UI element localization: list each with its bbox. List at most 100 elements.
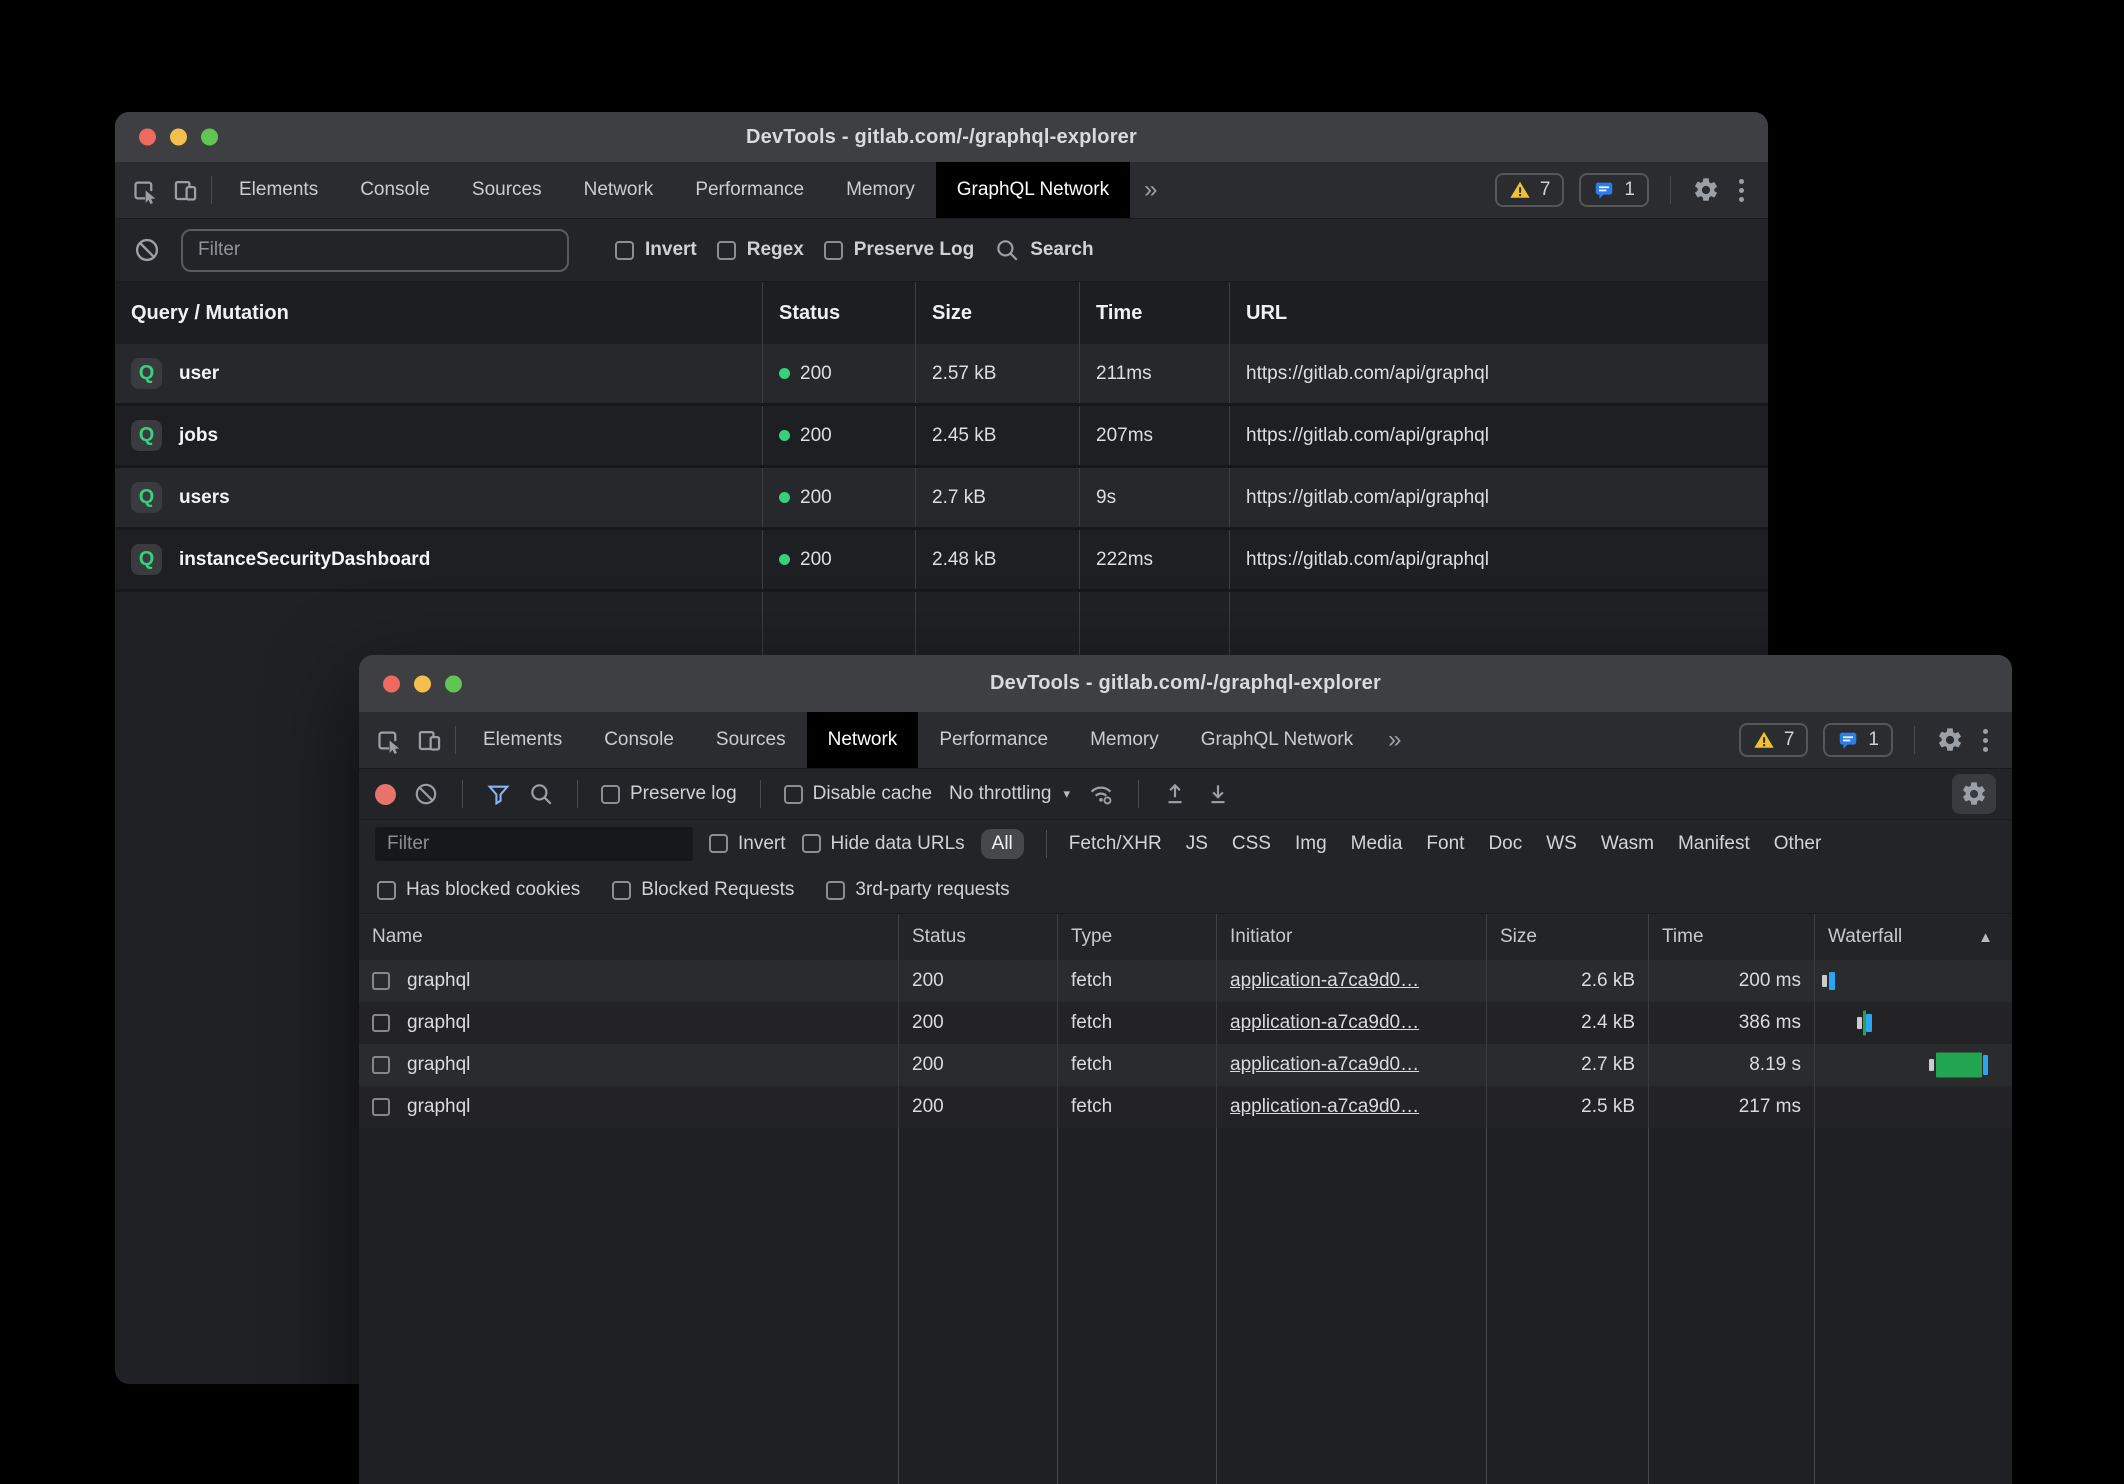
filter-chip-img[interactable]: Img	[1295, 833, 1327, 855]
preserve-log-checkbox[interactable]	[824, 241, 843, 260]
record-network-log-button[interactable]	[375, 784, 396, 805]
hide-data-urls-checkbox-group[interactable]: Hide data URLs	[802, 833, 965, 855]
table-row[interactable]: graphql 200 fetch application-a7ca9d0… 2…	[359, 1086, 2012, 1128]
clear-icon[interactable]	[133, 236, 161, 264]
disable-cache-checkbox-group[interactable]: Disable cache	[784, 783, 932, 805]
column-header-url[interactable]: URL	[1230, 282, 1768, 344]
table-row[interactable]: Qjobs 200 2.45 kB 207ms https://gitlab.c…	[115, 406, 1768, 468]
initiator-link[interactable]: application-a7ca9d0…	[1230, 1096, 1419, 1118]
more-tabs-icon[interactable]: »	[1130, 162, 1171, 218]
tab-network[interactable]: Network	[807, 712, 919, 768]
column-header-size[interactable]: Size	[916, 282, 1080, 344]
device-toolbar-icon[interactable]	[172, 177, 199, 204]
tab-performance[interactable]: Performance	[674, 162, 825, 218]
inspect-element-icon[interactable]	[375, 727, 402, 754]
column-header-query-mutation[interactable]: Query / Mutation	[115, 282, 763, 344]
table-row[interactable]: graphql 200 fetch application-a7ca9d0… 2…	[359, 1002, 2012, 1044]
issues-badge[interactable]: 1	[1579, 173, 1649, 207]
device-toolbar-icon[interactable]	[416, 727, 443, 754]
column-header-status[interactable]: Status	[899, 914, 1058, 960]
row-checkbox[interactable]	[372, 972, 390, 990]
tab-elements[interactable]: Elements	[462, 712, 583, 768]
filter-funnel-icon[interactable]	[486, 782, 511, 807]
column-header-name[interactable]: Name	[359, 914, 899, 960]
filter-chip-fetch-xhr[interactable]: Fetch/XHR	[1069, 833, 1162, 855]
more-tabs-icon[interactable]: »	[1374, 712, 1415, 768]
filter-chip-doc[interactable]: Doc	[1488, 833, 1522, 855]
has-blocked-cookies-checkbox[interactable]	[377, 881, 396, 900]
tab-console[interactable]: Console	[339, 162, 451, 218]
row-checkbox[interactable]	[372, 1056, 390, 1074]
tab-memory[interactable]: Memory	[825, 162, 936, 218]
row-checkbox[interactable]	[372, 1014, 390, 1032]
column-header-time[interactable]: Time	[1080, 282, 1230, 344]
initiator-link[interactable]: application-a7ca9d0…	[1230, 1054, 1419, 1076]
blocked-requests-checkbox[interactable]	[612, 881, 631, 900]
preserve-log-checkbox-group[interactable]: Preserve Log	[824, 239, 974, 261]
tab-network[interactable]: Network	[563, 162, 675, 218]
search-group[interactable]: Search	[994, 237, 1093, 263]
column-header-status[interactable]: Status	[763, 282, 916, 344]
network-settings-button[interactable]	[1952, 774, 1996, 814]
row-checkbox[interactable]	[372, 1098, 390, 1116]
column-header-initiator[interactable]: Initiator	[1217, 914, 1487, 960]
filter-chip-wasm[interactable]: Wasm	[1601, 833, 1654, 855]
initiator-link[interactable]: application-a7ca9d0…	[1230, 1012, 1419, 1034]
throttling-select[interactable]: No throttling ▾	[949, 783, 1070, 805]
network-conditions-icon[interactable]	[1087, 780, 1115, 808]
third-party-requests-checkbox[interactable]	[826, 881, 845, 900]
filter-chip-font[interactable]: Font	[1426, 833, 1464, 855]
table-row[interactable]: graphql 200 fetch application-a7ca9d0… 2…	[359, 1044, 2012, 1086]
filter-chip-ws[interactable]: WS	[1546, 833, 1577, 855]
clear-icon[interactable]	[413, 781, 439, 807]
settings-gear-icon[interactable]	[1936, 726, 1964, 754]
titlebar[interactable]: DevTools - gitlab.com/-/graphql-explorer	[359, 655, 2012, 712]
initiator-link[interactable]: application-a7ca9d0…	[1230, 970, 1419, 992]
filter-input[interactable]	[181, 229, 569, 272]
disable-cache-checkbox[interactable]	[784, 785, 803, 804]
filter-chip-manifest[interactable]: Manifest	[1678, 833, 1750, 855]
warnings-badge[interactable]: 7	[1739, 723, 1809, 757]
filter-chip-js[interactable]: JS	[1186, 833, 1208, 855]
invert-checkbox-group[interactable]: Invert	[615, 239, 697, 261]
tab-sources[interactable]: Sources	[451, 162, 563, 218]
export-har-icon[interactable]	[1205, 781, 1231, 807]
hide-data-urls-checkbox[interactable]	[802, 834, 821, 853]
has-blocked-cookies-checkbox-group[interactable]: Has blocked cookies	[377, 879, 580, 901]
table-row[interactable]: graphql 200 fetch application-a7ca9d0… 2…	[359, 960, 2012, 1002]
preserve-log-checkbox-group[interactable]: Preserve log	[601, 783, 737, 805]
invert-checkbox[interactable]	[615, 241, 634, 260]
tab-console[interactable]: Console	[583, 712, 695, 768]
table-row[interactable]: Qusers 200 2.7 kB 9s https://gitlab.com/…	[115, 468, 1768, 530]
import-har-icon[interactable]	[1162, 781, 1188, 807]
filter-chip-css[interactable]: CSS	[1232, 833, 1271, 855]
kebab-menu-icon[interactable]	[1979, 725, 1992, 756]
filter-chip-media[interactable]: Media	[1351, 833, 1403, 855]
table-row[interactable]: QinstanceSecurityDashboard 200 2.48 kB 2…	[115, 530, 1768, 592]
filter-chip-all[interactable]: All	[981, 829, 1024, 859]
invert-checkbox[interactable]	[709, 834, 728, 853]
blocked-requests-checkbox-group[interactable]: Blocked Requests	[612, 879, 794, 901]
tab-performance[interactable]: Performance	[918, 712, 1069, 768]
column-header-time[interactable]: Time	[1649, 914, 1815, 960]
tab-memory[interactable]: Memory	[1069, 712, 1180, 768]
filter-chip-other[interactable]: Other	[1774, 833, 1822, 855]
table-row[interactable]: Quser 200 2.57 kB 211ms https://gitlab.c…	[115, 344, 1768, 406]
third-party-requests-checkbox-group[interactable]: 3rd-party requests	[826, 879, 1009, 901]
tab-graphql-network[interactable]: GraphQL Network	[936, 162, 1130, 218]
invert-checkbox-group[interactable]: Invert	[709, 833, 786, 855]
titlebar[interactable]: DevTools - gitlab.com/-/graphql-explorer	[115, 112, 1768, 162]
column-header-type[interactable]: Type	[1058, 914, 1217, 960]
issues-badge[interactable]: 1	[1823, 723, 1893, 757]
column-header-size[interactable]: Size	[1487, 914, 1649, 960]
tab-sources[interactable]: Sources	[695, 712, 807, 768]
regex-checkbox[interactable]	[717, 241, 736, 260]
tab-elements[interactable]: Elements	[218, 162, 339, 218]
tab-graphql-network[interactable]: GraphQL Network	[1180, 712, 1374, 768]
inspect-element-icon[interactable]	[131, 177, 158, 204]
regex-checkbox-group[interactable]: Regex	[717, 239, 804, 261]
kebab-menu-icon[interactable]	[1735, 175, 1748, 206]
preserve-log-checkbox[interactable]	[601, 785, 620, 804]
search-icon[interactable]	[528, 781, 554, 807]
warnings-badge[interactable]: 7	[1495, 173, 1565, 207]
